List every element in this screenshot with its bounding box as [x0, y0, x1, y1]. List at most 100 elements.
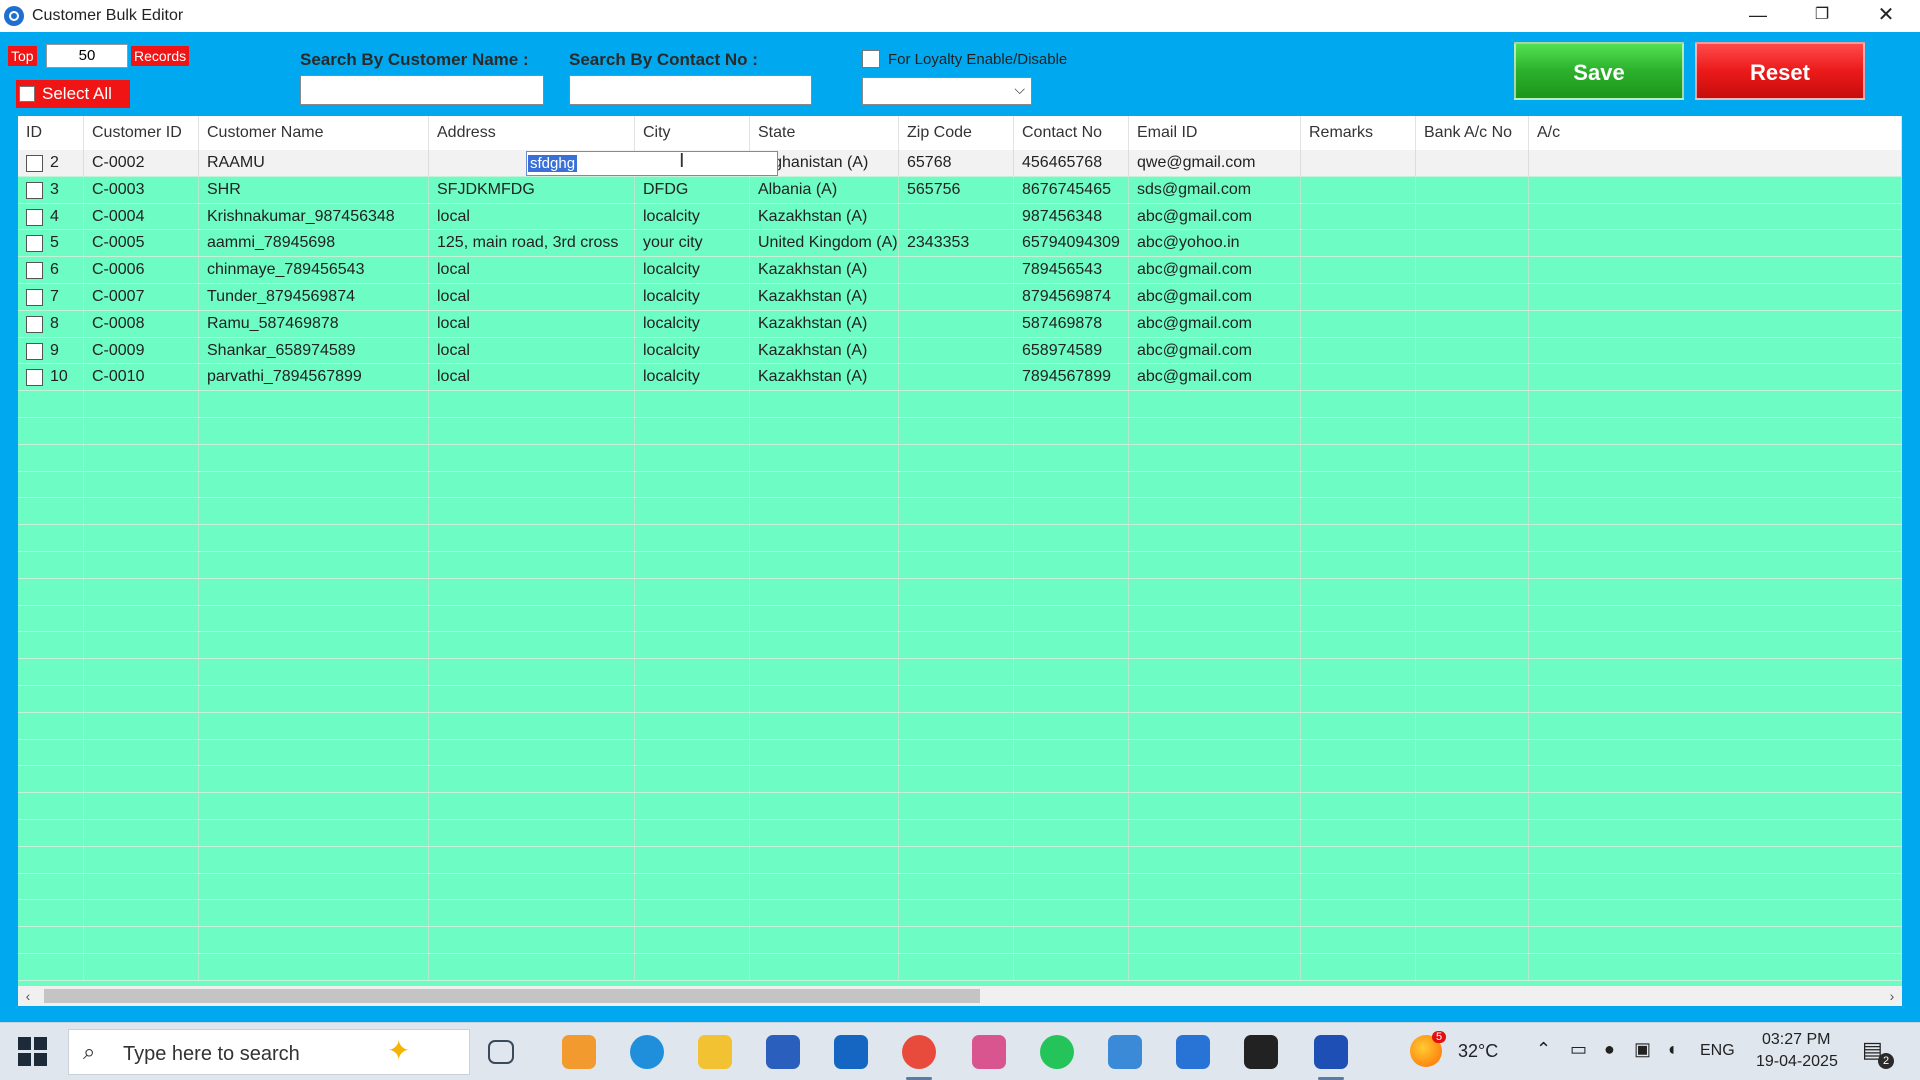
table-cell[interactable]: [1301, 954, 1416, 980]
table-cell[interactable]: [18, 605, 84, 632]
table-cell[interactable]: [1416, 418, 1529, 444]
table-cell[interactable]: [1301, 846, 1416, 873]
table-cell[interactable]: [1529, 900, 1902, 927]
table-cell[interactable]: 6: [18, 257, 84, 283]
table-cell[interactable]: [1301, 632, 1416, 659]
table-cell[interactable]: [84, 552, 199, 578]
copilot-icon[interactable]: [562, 1035, 596, 1069]
table-cell[interactable]: [750, 766, 899, 793]
empty-row[interactable]: [18, 659, 1902, 686]
table-cell[interactable]: [750, 578, 899, 605]
table-cell[interactable]: [199, 846, 429, 873]
table-cell[interactable]: [1129, 418, 1301, 444]
table-cell[interactable]: [1529, 176, 1902, 203]
table-cell[interactable]: [1129, 846, 1301, 873]
table-cell[interactable]: [84, 739, 199, 766]
language-indicator[interactable]: ENG: [1700, 1042, 1735, 1060]
table-cell[interactable]: abc@gmail.com: [1129, 284, 1301, 310]
table-cell[interactable]: [899, 498, 1014, 525]
table-cell[interactable]: abc@yohoo.in: [1129, 230, 1301, 257]
column-header[interactable]: Zip Code: [899, 116, 1014, 150]
table-cell[interactable]: Kazakhstan (A): [750, 203, 899, 230]
table-cell[interactable]: local: [429, 310, 635, 337]
table-cell[interactable]: [1301, 391, 1416, 417]
table-cell[interactable]: Shankar_658974589: [199, 337, 429, 364]
table-cell[interactable]: [1529, 391, 1902, 417]
chevron-up-icon[interactable]: ⌃: [1536, 1039, 1551, 1060]
table-cell[interactable]: [1529, 525, 1902, 551]
table-cell[interactable]: [1129, 498, 1301, 525]
row-checkbox[interactable]: [26, 289, 43, 306]
table-cell[interactable]: 3: [18, 176, 84, 203]
table-cell[interactable]: [18, 632, 84, 659]
table-cell[interactable]: [750, 846, 899, 873]
table-cell[interactable]: [429, 525, 635, 551]
table-cell[interactable]: [635, 900, 750, 927]
table-cell[interactable]: [199, 391, 429, 417]
table-cell[interactable]: [635, 552, 750, 578]
table-cell[interactable]: [199, 471, 429, 498]
table-cell[interactable]: 2343353: [899, 230, 1014, 257]
table-cell[interactable]: [1301, 873, 1416, 900]
chrome-icon[interactable]: [902, 1035, 936, 1080]
table-cell[interactable]: [1529, 498, 1902, 525]
table-cell[interactable]: [1014, 766, 1129, 793]
table-cell[interactable]: [429, 605, 635, 632]
table-cell[interactable]: [899, 873, 1014, 900]
weather-temperature[interactable]: 32°C: [1458, 1041, 1498, 1062]
volume-icon[interactable]: ◖: [1666, 1039, 1677, 1060]
table-cell[interactable]: [750, 605, 899, 632]
table-cell[interactable]: [84, 471, 199, 498]
table-cell[interactable]: [1529, 444, 1902, 471]
reset-button[interactable]: Reset: [1695, 42, 1865, 100]
table-cell[interactable]: [1416, 471, 1529, 498]
table-row[interactable]: 10 C-0010 parvathi_7894567899 local localcit…: [18, 364, 1902, 392]
table-cell[interactable]: 587469878: [1014, 310, 1129, 337]
table-cell[interactable]: [1301, 230, 1416, 257]
table-cell[interactable]: [635, 525, 750, 551]
table-cell[interactable]: localcity: [635, 364, 750, 391]
table-cell[interactable]: 565756: [899, 176, 1014, 203]
table-cell[interactable]: [635, 444, 750, 471]
table-cell[interactable]: abc@gmail.com: [1129, 337, 1301, 364]
table-cell[interactable]: [750, 552, 899, 578]
table-cell[interactable]: [1301, 712, 1416, 739]
table-cell[interactable]: [750, 739, 899, 766]
table-cell[interactable]: [750, 632, 899, 659]
table-row[interactable]: 5 C-0005 aammi_78945698 125, main road, 3rd…: [18, 230, 1902, 258]
table-cell[interactable]: 7: [18, 284, 84, 310]
scroll-left-arrow[interactable]: ‹: [18, 986, 38, 1006]
table-cell[interactable]: [429, 873, 635, 900]
table-cell[interactable]: [1129, 391, 1301, 417]
table-cell[interactable]: [1529, 552, 1902, 578]
table-row[interactable]: 7 C-0007 Tunder_8794569874 local localcity Ka…: [18, 284, 1902, 311]
table-cell[interactable]: local: [429, 257, 635, 283]
table-cell[interactable]: [429, 578, 635, 605]
table-cell[interactable]: Kazakhstan (A): [750, 364, 899, 391]
table-cell[interactable]: Kazakhstan (A): [750, 337, 899, 364]
table-cell[interactable]: [899, 766, 1014, 793]
table-cell[interactable]: [1301, 498, 1416, 525]
table-cell[interactable]: [635, 578, 750, 605]
table-cell[interactable]: SFJDKMFDG: [429, 176, 635, 203]
table-cell[interactable]: [1129, 712, 1301, 739]
table-cell[interactable]: [899, 900, 1014, 927]
table-cell[interactable]: [899, 337, 1014, 364]
table-cell[interactable]: [1301, 605, 1416, 632]
table-cell[interactable]: [84, 793, 199, 819]
table-cell[interactable]: [1529, 284, 1902, 310]
table-cell[interactable]: [429, 739, 635, 766]
table-cell[interactable]: [899, 846, 1014, 873]
taskbar-search-box[interactable]: ⌕ Type here to search ✦: [68, 1029, 470, 1075]
table-cell[interactable]: [1014, 444, 1129, 471]
table-cell[interactable]: [750, 418, 899, 444]
table-cell[interactable]: Krishnakumar_987456348: [199, 203, 429, 230]
empty-row[interactable]: [18, 686, 1902, 713]
table-cell[interactable]: [1301, 284, 1416, 310]
table-cell[interactable]: [199, 927, 429, 953]
table-cell[interactable]: [1301, 203, 1416, 230]
table-cell[interactable]: [18, 418, 84, 444]
table-cell[interactable]: [899, 820, 1014, 846]
store-icon[interactable]: [766, 1035, 800, 1069]
select-all-box[interactable]: [19, 86, 35, 102]
